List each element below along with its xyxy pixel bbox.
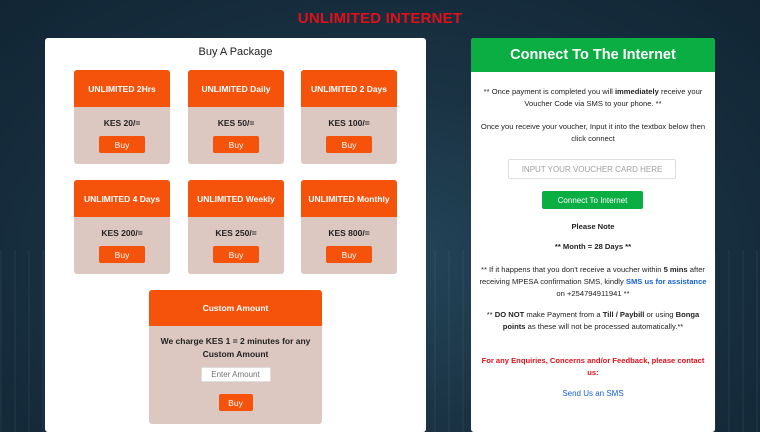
package-card-monthly: UNLIMITED Monthly KES 800/= Buy bbox=[301, 180, 397, 274]
package-card-weekly: UNLIMITED Weekly KES 250/= Buy bbox=[188, 180, 284, 274]
buy-button-4days[interactable]: Buy bbox=[99, 246, 145, 263]
connect-title: Connect To The Internet bbox=[471, 38, 715, 72]
package-card-2hrs: UNLIMITED 2Hrs KES 20/= Buy bbox=[74, 70, 170, 164]
package-name: UNLIMITED 2Hrs bbox=[74, 70, 170, 107]
buy-button-weekly[interactable]: Buy bbox=[213, 246, 259, 263]
package-price: KES 100/= bbox=[328, 118, 370, 128]
package-price: KES 200/= bbox=[101, 228, 143, 238]
package-price: KES 50/= bbox=[217, 118, 255, 128]
enquiries-note: For any Enquiries, Concerns and/or Feedb… bbox=[481, 356, 705, 377]
package-price: KES 250/= bbox=[215, 228, 257, 238]
custom-amount-title: Custom Amount bbox=[149, 290, 322, 326]
buy-button-daily[interactable]: Buy bbox=[213, 136, 259, 153]
payment-method-note: ** DO NOT make Payment from a Till / Pay… bbox=[486, 310, 700, 331]
package-name: UNLIMITED Monthly bbox=[301, 180, 397, 217]
buy-package-panel: Buy A Package UNLIMITED 2Hrs KES 20/= Bu… bbox=[45, 38, 426, 432]
package-name: UNLIMITED Daily bbox=[188, 70, 284, 107]
connect-panel: Connect To The Internet ** Once payment … bbox=[471, 38, 715, 432]
package-name: UNLIMITED 4 Days bbox=[74, 180, 170, 217]
amount-input[interactable] bbox=[200, 367, 271, 382]
site-title: UNLIMITED INTERNET bbox=[297, 10, 463, 27]
payment-info: ** Once payment is completed you will im… bbox=[483, 87, 703, 108]
month-note: ** Month = 28 Days ** bbox=[554, 242, 632, 251]
custom-amount-description: We charge KES 1 = 2 minutes for any Cust… bbox=[160, 336, 311, 359]
package-card-2days: UNLIMITED 2 Days KES 100/= Buy bbox=[301, 70, 397, 164]
voucher-input[interactable] bbox=[508, 159, 676, 179]
buy-button-2days[interactable]: Buy bbox=[326, 136, 372, 153]
sms-assistance-link[interactable]: SMS us for assistance bbox=[626, 277, 707, 286]
package-card-daily: UNLIMITED Daily KES 50/= Buy bbox=[188, 70, 284, 164]
package-name: UNLIMITED Weekly bbox=[188, 180, 284, 217]
connect-button[interactable]: Connect To Internet bbox=[542, 191, 643, 209]
package-price: KES 800/= bbox=[328, 228, 370, 238]
buy-button-2hrs[interactable]: Buy bbox=[99, 136, 145, 153]
custom-amount-card: Custom Amount We charge KES 1 = 2 minute… bbox=[149, 290, 322, 424]
buy-package-heading: Buy A Package bbox=[198, 46, 273, 58]
package-price: KES 20/= bbox=[103, 118, 141, 128]
send-sms-link[interactable]: Send Us an SMS bbox=[471, 389, 715, 398]
custom-buy-button[interactable]: Buy bbox=[218, 394, 253, 411]
package-name: UNLIMITED 2 Days bbox=[301, 70, 397, 107]
buy-button-monthly[interactable]: Buy bbox=[326, 246, 372, 263]
voucher-instruction: Once you receive your voucher, Input it … bbox=[480, 122, 706, 143]
voucher-delay-note: ** If it happens that you don't receive … bbox=[479, 265, 707, 298]
please-note-heading: Please Note bbox=[571, 222, 615, 231]
package-card-4days: UNLIMITED 4 Days KES 200/= Buy bbox=[74, 180, 170, 274]
